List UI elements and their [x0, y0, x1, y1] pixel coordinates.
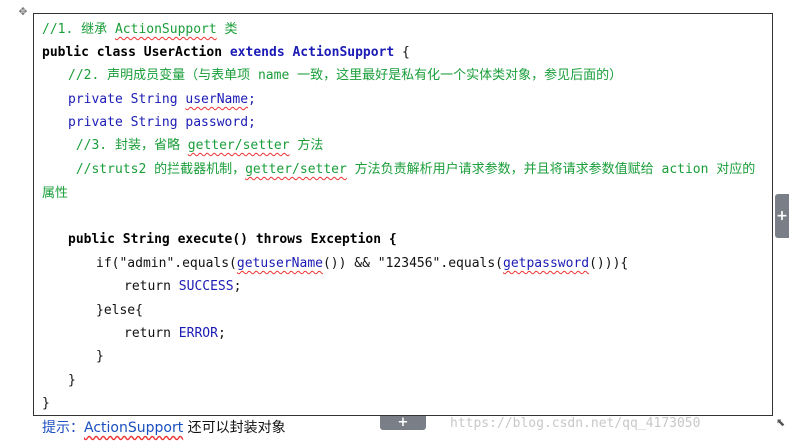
code-text: return: [124, 326, 179, 341]
code-line-11: return SUCCESS;: [124, 279, 241, 295]
code-line-8: 属性: [42, 186, 69, 201]
code-text: ()) && "123456".equals(: [322, 256, 503, 271]
comment-tail: 类: [216, 22, 238, 37]
code-text: if("admin".equals(: [96, 256, 237, 271]
hint-label: 提示：: [42, 420, 84, 436]
variable-name: userName: [185, 92, 249, 107]
method-signature: public String execute(): [68, 232, 256, 247]
comment-tail: 方法: [289, 138, 324, 153]
semicolon: ;: [248, 92, 256, 107]
code-block[interactable]: //1. 继承 ActionSupport 类 public class Use…: [33, 13, 773, 416]
code-text: ;: [233, 279, 242, 294]
add-right-button[interactable]: +: [775, 194, 789, 238]
code-line-10: if("admin".equals(getuserName()) && "123…: [96, 256, 628, 272]
code-line-13: return ERROR;: [124, 326, 226, 342]
exception-type: Exception {: [302, 232, 397, 247]
keyword: public class: [42, 45, 144, 60]
code-line-2: public class UserAction extends ActionSu…: [42, 45, 410, 61]
method-call: getuserName: [236, 256, 323, 271]
code-line-14: }: [96, 349, 104, 364]
hint-text: 提示：ActionSupport 还可以封装对象: [42, 418, 286, 438]
comment-text: //struts2 的拦截器机制，: [68, 162, 246, 177]
comment-tail: 方法负责解析用户请求参数，并且将请求参数值赋给 action 对应的: [346, 162, 756, 177]
hint-tail: 还可以封装对象: [183, 420, 286, 436]
brace: {: [394, 45, 410, 60]
class-name: UserAction: [143, 45, 223, 60]
method-call: getpassword: [503, 256, 590, 271]
comment-ref: getter/setter: [245, 162, 347, 177]
comment-text: //1. 继承: [42, 22, 115, 37]
code-line-16: }: [42, 396, 50, 411]
keyword: private String: [68, 92, 186, 107]
code-line-5: private String password;: [68, 115, 256, 131]
code-line-3: //2. 声明成员变量（与表单项 name 一致，这里最好是私有化一个实体类对象…: [68, 68, 623, 83]
code-line-7: //struts2 的拦截器机制，getter/setter 方法负责解析用户请…: [68, 162, 755, 178]
class-ref: ActionSupport: [114, 22, 217, 37]
constant: ERROR: [178, 326, 218, 341]
code-line-4: private String userName;: [68, 92, 256, 108]
variable-name: password: [185, 115, 249, 130]
code-text: ())){: [589, 256, 629, 271]
super-class: ActionSupport: [292, 45, 395, 60]
comment-ref: getter/setter: [187, 138, 290, 153]
code-text: return: [124, 279, 179, 294]
keyword-throws: throws: [255, 232, 303, 247]
code-text: ;: [217, 326, 226, 341]
code-line-9: public String execute() throws Exception…: [68, 232, 397, 248]
keyword: private String: [68, 115, 186, 130]
watermark: https://blog.csdn.net/qq_4173050: [450, 416, 701, 431]
code-line-15: }: [68, 373, 76, 388]
keyword-extends: extends: [222, 45, 293, 60]
comment-text: //3. 封装，省略: [68, 138, 188, 153]
resize-icon[interactable]: ⬉: [776, 417, 788, 429]
code-line-6: //3. 封装，省略 getter/setter 方法: [68, 138, 324, 154]
add-below-button[interactable]: +: [380, 416, 426, 430]
constant: SUCCESS: [178, 279, 234, 294]
semicolon: ;: [248, 115, 256, 130]
move-handle-icon[interactable]: ✥: [14, 2, 32, 20]
code-line-1: //1. 继承 ActionSupport 类: [42, 22, 238, 38]
hint-link[interactable]: ActionSupport: [84, 420, 183, 436]
code-line-12: }else{: [96, 303, 143, 318]
